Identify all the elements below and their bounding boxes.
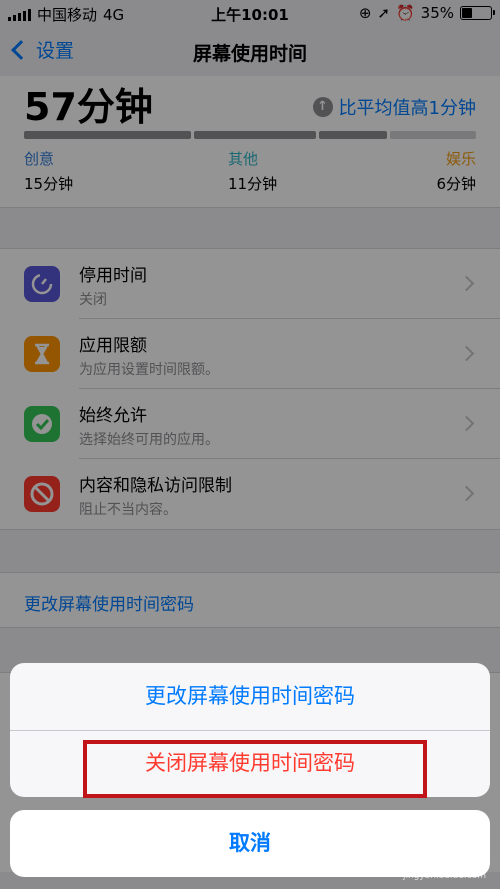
change-passcode-option[interactable]: 更改屏幕使用时间密码 xyxy=(10,663,490,730)
watermark-sub: jingyan.baidu.com xyxy=(402,871,486,881)
highlight-box xyxy=(83,740,427,798)
screen-time-screen: 中国移动 4G 上午10:01 ⊕ ➚ ⏰ 35% 设置 屏幕使用时间 57分钟… xyxy=(0,0,500,889)
watermark-logo: Bai 经验 jingyan.baidu.com xyxy=(395,848,486,881)
watermark-text: Bai 经验 xyxy=(395,846,486,871)
